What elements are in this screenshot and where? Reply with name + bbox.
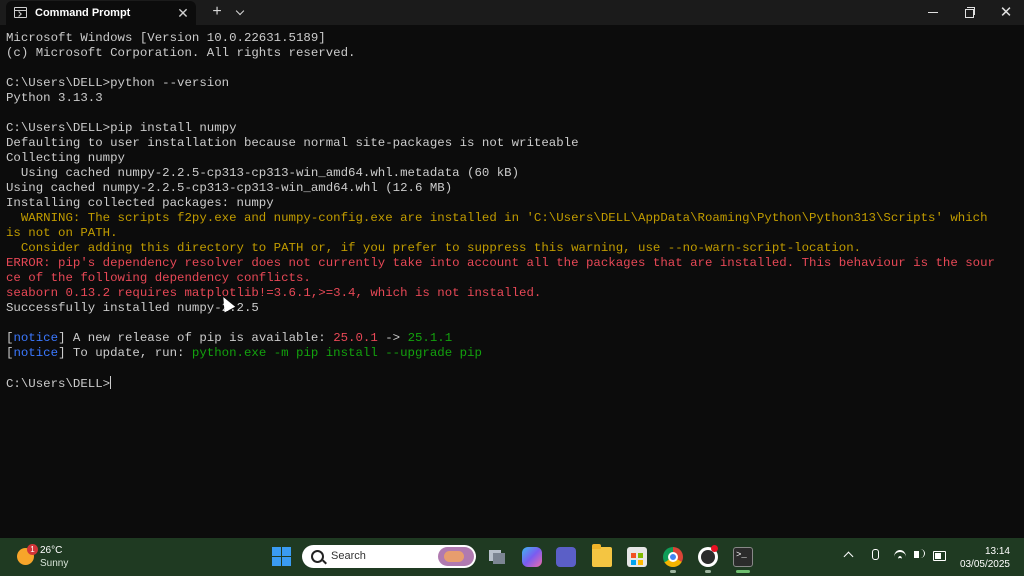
console-line: (c) Microsoft Corporation. All rights re… [6,46,356,60]
file-explorer-icon[interactable] [592,544,612,567]
running-indicator [670,570,676,573]
search-highlight-image[interactable] [438,547,474,566]
weather-badge: 1 [27,544,38,555]
console-line: Python 3.13.3 [6,91,103,105]
teams-icon[interactable] [556,547,576,567]
search-box[interactable]: Search [302,545,476,568]
task-view-icon[interactable] [487,547,507,567]
copilot-icon[interactable] [522,547,542,567]
console-line: C:\Users\DELL>python --version [6,76,230,90]
minimize-button[interactable] [914,0,950,25]
wifi-icon[interactable] [894,550,906,564]
warning-line: WARNING: The scripts f2py.exe and numpy-… [6,211,988,225]
new-version: 25.1.1 [407,331,453,345]
new-tab-button[interactable]: + [207,2,227,22]
console-line: Collecting numpy [6,151,125,165]
warning-line: is not on PATH. [6,226,118,240]
maximize-button[interactable] [951,0,987,25]
text-cursor [110,376,112,389]
notice-line: [notice] To update, run: python.exe -m p… [6,346,482,360]
terminal-icon[interactable] [733,547,753,567]
terminal-icon [14,7,27,18]
weather-temperature[interactable]: 26°C [40,545,62,556]
close-window-button[interactable]: ✕ [988,0,1024,25]
chrome-icon[interactable] [663,547,683,567]
error-line: ce of the following dependency conflicts… [6,271,311,285]
console-line: Installing collected packages: numpy [6,196,274,210]
console-line: Successfully installed numpy-2.2.5 [6,301,259,315]
battery-icon[interactable] [933,551,946,561]
chevron-down-icon[interactable] [232,2,250,22]
console-line: C:\Users\DELL>pip install numpy [6,121,237,135]
console-output[interactable]: Microsoft Windows [Version 10.0.22631.51… [6,31,1020,391]
clock-date[interactable]: 03/05/2025 [955,559,1010,570]
close-tab-icon[interactable]: ✕ [174,4,192,22]
old-version: 25.0.1 [333,331,378,345]
tab-title: Command Prompt [35,7,131,19]
search-placeholder: Search [331,550,366,562]
upgrade-command: python.exe -m pip install --upgrade pip [191,346,482,360]
clock-time[interactable]: 13:14 [960,546,1010,557]
error-line: ERROR: pip's dependency resolver does no… [6,256,995,270]
notice-line: [notice] A new release of pip is availab… [6,331,453,345]
notice-tag: notice [13,331,59,345]
recording-dot-icon [711,545,718,552]
prompt-line[interactable]: C:\Users\DELL> [6,376,1020,391]
active-indicator [736,570,750,573]
weather-condition[interactable]: Sunny [40,558,68,569]
taskbar [0,538,1024,576]
title-bar[interactable]: Command Prompt ✕ + ✕ [0,0,1024,25]
console-line: Microsoft Windows [Version 10.0.22631.51… [6,31,326,45]
start-icon[interactable] [272,547,291,566]
console-line: Using cached numpy-2.2.5-cp313-cp313-win… [6,166,520,180]
notice-tag: notice [13,346,59,360]
tab-command-prompt[interactable]: Command Prompt ✕ [6,1,196,25]
search-icon [311,550,324,563]
speaker-icon[interactable] [914,549,925,558]
running-indicator [705,570,711,573]
microphone-icon[interactable] [872,549,879,560]
console-line: Using cached numpy-2.2.5-cp313-cp313-win… [6,181,453,195]
error-line: seaborn 0.13.2 requires matplotlib!=3.6.… [6,286,542,300]
store-icon[interactable] [627,547,647,567]
warning-line: Consider adding this directory to PATH o… [6,241,862,255]
prompt: C:\Users\DELL> [6,377,111,391]
console-line: Defaulting to user installation because … [6,136,579,150]
